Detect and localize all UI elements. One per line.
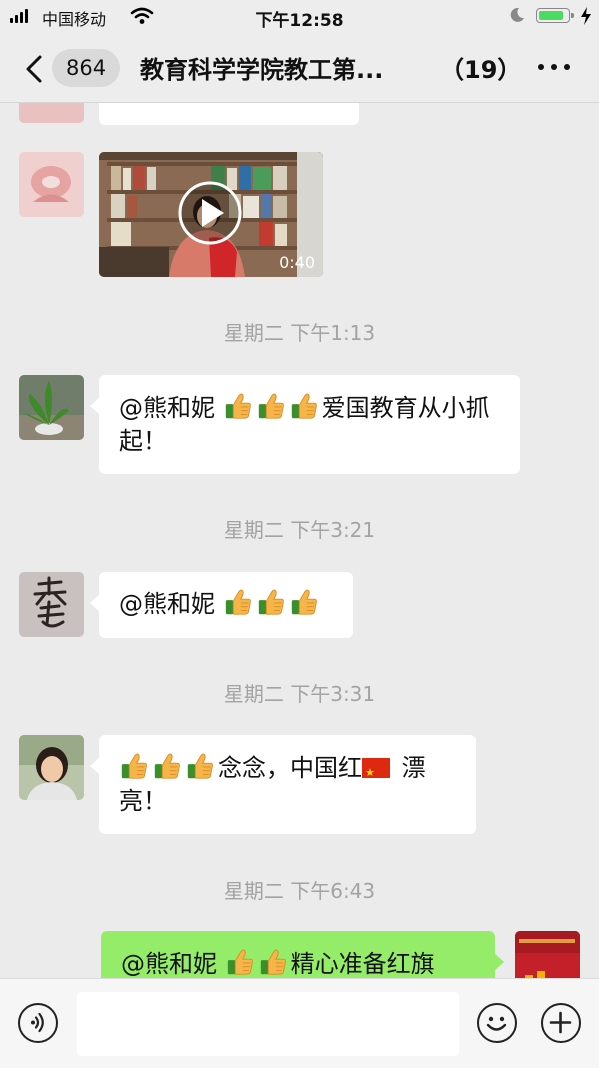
status-bar: 中国移动 下午12:58 [0, 0, 599, 34]
avatar[interactable] [19, 152, 84, 217]
battery-icon [536, 8, 574, 23]
member-count: （19） [440, 56, 522, 84]
china-flag-icon [362, 756, 390, 789]
message-text: @熊和妮 [119, 394, 223, 422]
timestamp: 星期二 下午1:13 [223, 321, 376, 345]
message-bubble[interactable]: @熊和妮 [90, 572, 353, 638]
thumbs-up-icon [256, 391, 286, 421]
back-chevron-icon[interactable] [22, 54, 46, 84]
message-text: 精心准备红旗 [290, 950, 435, 978]
message-text: @熊和妮 [119, 590, 223, 618]
thumbs-up-icon [152, 751, 182, 781]
plus-icon[interactable] [541, 1003, 581, 1043]
thumbs-up-icon [289, 587, 319, 617]
battery-level [539, 11, 563, 20]
more-dots-icon[interactable] [538, 64, 570, 70]
timestamp: 星期二 下午3:31 [223, 682, 376, 706]
avatar[interactable] [19, 572, 84, 637]
emoji-icon[interactable] [477, 1003, 517, 1043]
thumbs-up-icon [185, 751, 215, 781]
thumbs-up-icon [289, 391, 319, 421]
video-message[interactable]: 0:40 [99, 152, 323, 277]
avatar[interactable] [19, 735, 84, 800]
thumbs-up-icon [223, 587, 253, 617]
message-list[interactable]: 0:40 星期二 下午1:13 @熊和妮 爱国教育从小抓起！ 星期二 下午3:2… [0, 103, 599, 978]
input-bar [0, 978, 599, 1068]
thumbs-up-icon [119, 751, 149, 781]
own-avatar[interactable] [515, 931, 580, 978]
thumbs-up-icon [223, 391, 253, 421]
timestamp: 星期二 下午6:43 [223, 879, 376, 903]
message-input[interactable] [77, 992, 459, 1056]
message-bubble[interactable]: @熊和妮 爱国教育从小抓起！ [90, 375, 520, 474]
timestamp: 星期二 下午3:21 [223, 518, 376, 542]
chat-header: 864 教育科学学院教工第... （19） [0, 34, 599, 103]
message-bubble-partial[interactable] [99, 103, 359, 125]
thumbs-up-icon [256, 587, 286, 617]
avatar[interactable] [19, 103, 84, 123]
chat-title: 教育科学学院教工第... [140, 56, 384, 84]
message-text: 念念，中国红 [218, 754, 362, 782]
video-duration: 0:40 [279, 253, 315, 272]
message-text: @熊和妮 [121, 950, 225, 978]
avatar[interactable] [19, 375, 84, 440]
thumbs-up-icon [225, 947, 255, 977]
voice-icon[interactable] [18, 1003, 58, 1043]
message-bubble[interactable]: 念念，中国红 漂亮！ [90, 735, 476, 834]
unread-count-badge[interactable]: 864 [52, 49, 121, 87]
do-not-disturb-moon-icon [510, 7, 524, 22]
thumbs-up-icon [258, 947, 288, 977]
charging-bolt-icon [581, 7, 591, 25]
message-bubble-own[interactable]: @熊和妮 精心准备红旗 [101, 931, 504, 978]
